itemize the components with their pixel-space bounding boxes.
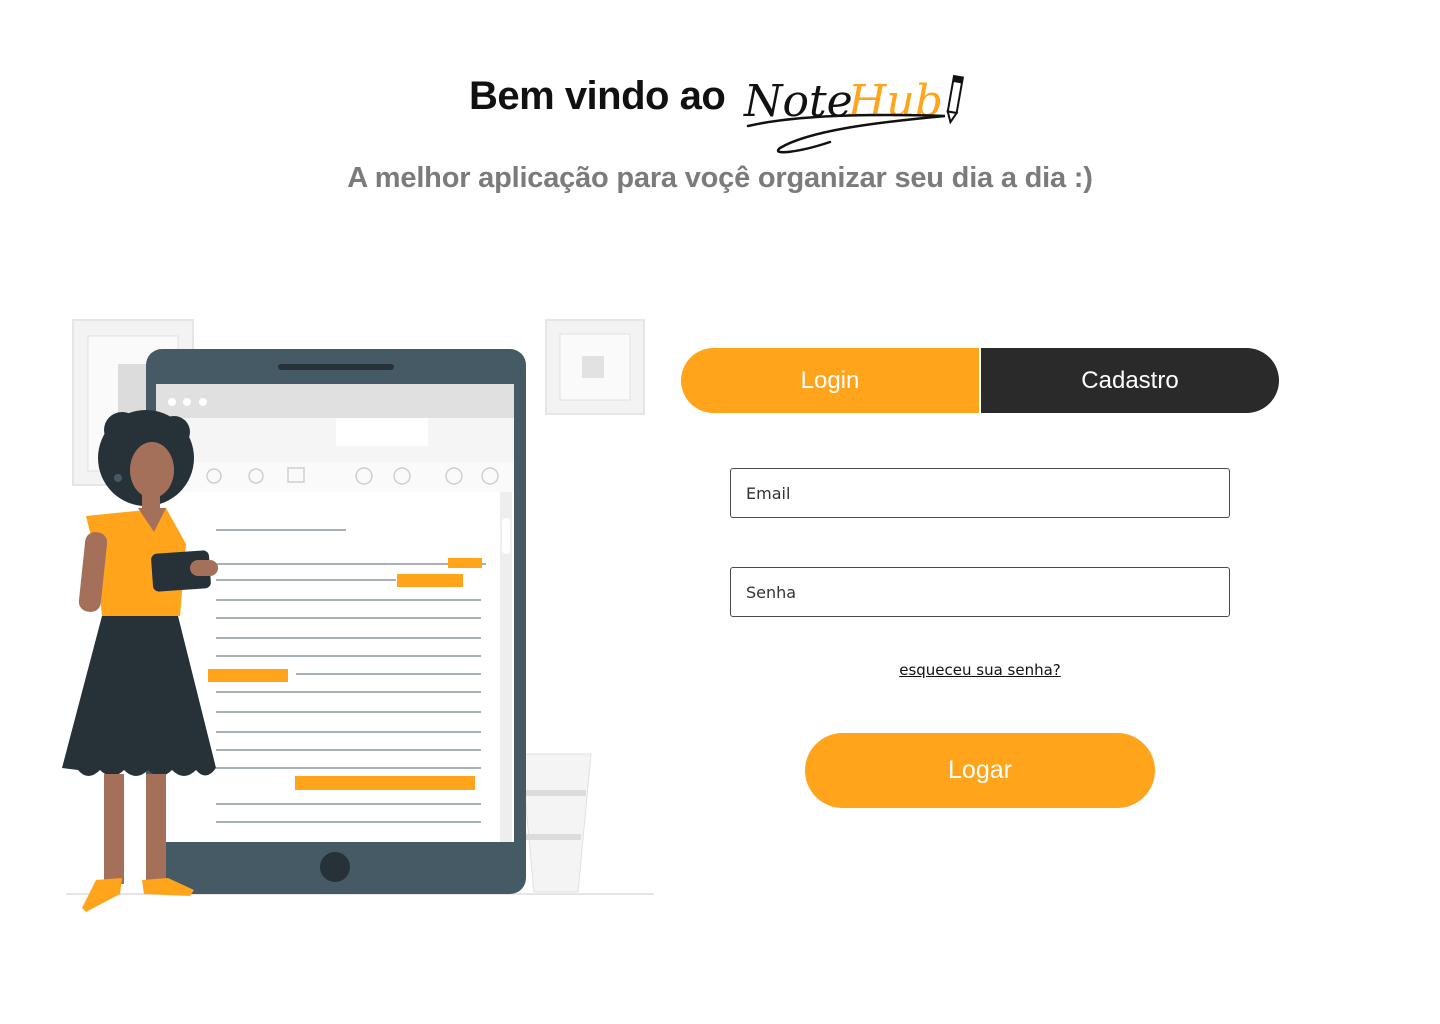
forgot-wrap: esqueceu sua senha?	[730, 0, 1230, 679]
logo-hub: Hub	[847, 76, 943, 127]
page-subtitle: A melhor aplicação para voçê organizar s…	[347, 162, 1093, 194]
hero-illustration	[56, 312, 656, 924]
email-field[interactable]	[730, 468, 1230, 518]
login-submit-button[interactable]: Logar	[805, 733, 1155, 808]
forgot-password-link[interactable]: esqueceu sua senha?	[730, 661, 1230, 679]
tab-login[interactable]: Login	[681, 348, 981, 413]
notehub-logo: Note Hub	[740, 66, 980, 162]
password-field[interactable]	[730, 567, 1230, 617]
login-page: Bem vindo ao Note Hub A melhor aplicação…	[0, 0, 1440, 1024]
tab-signup[interactable]: Cadastro	[981, 348, 1279, 413]
auth-tabs: Login Cadastro	[681, 348, 1279, 413]
pencil-icon	[946, 74, 965, 125]
welcome-heading: Bem vindo ao	[469, 74, 726, 118]
